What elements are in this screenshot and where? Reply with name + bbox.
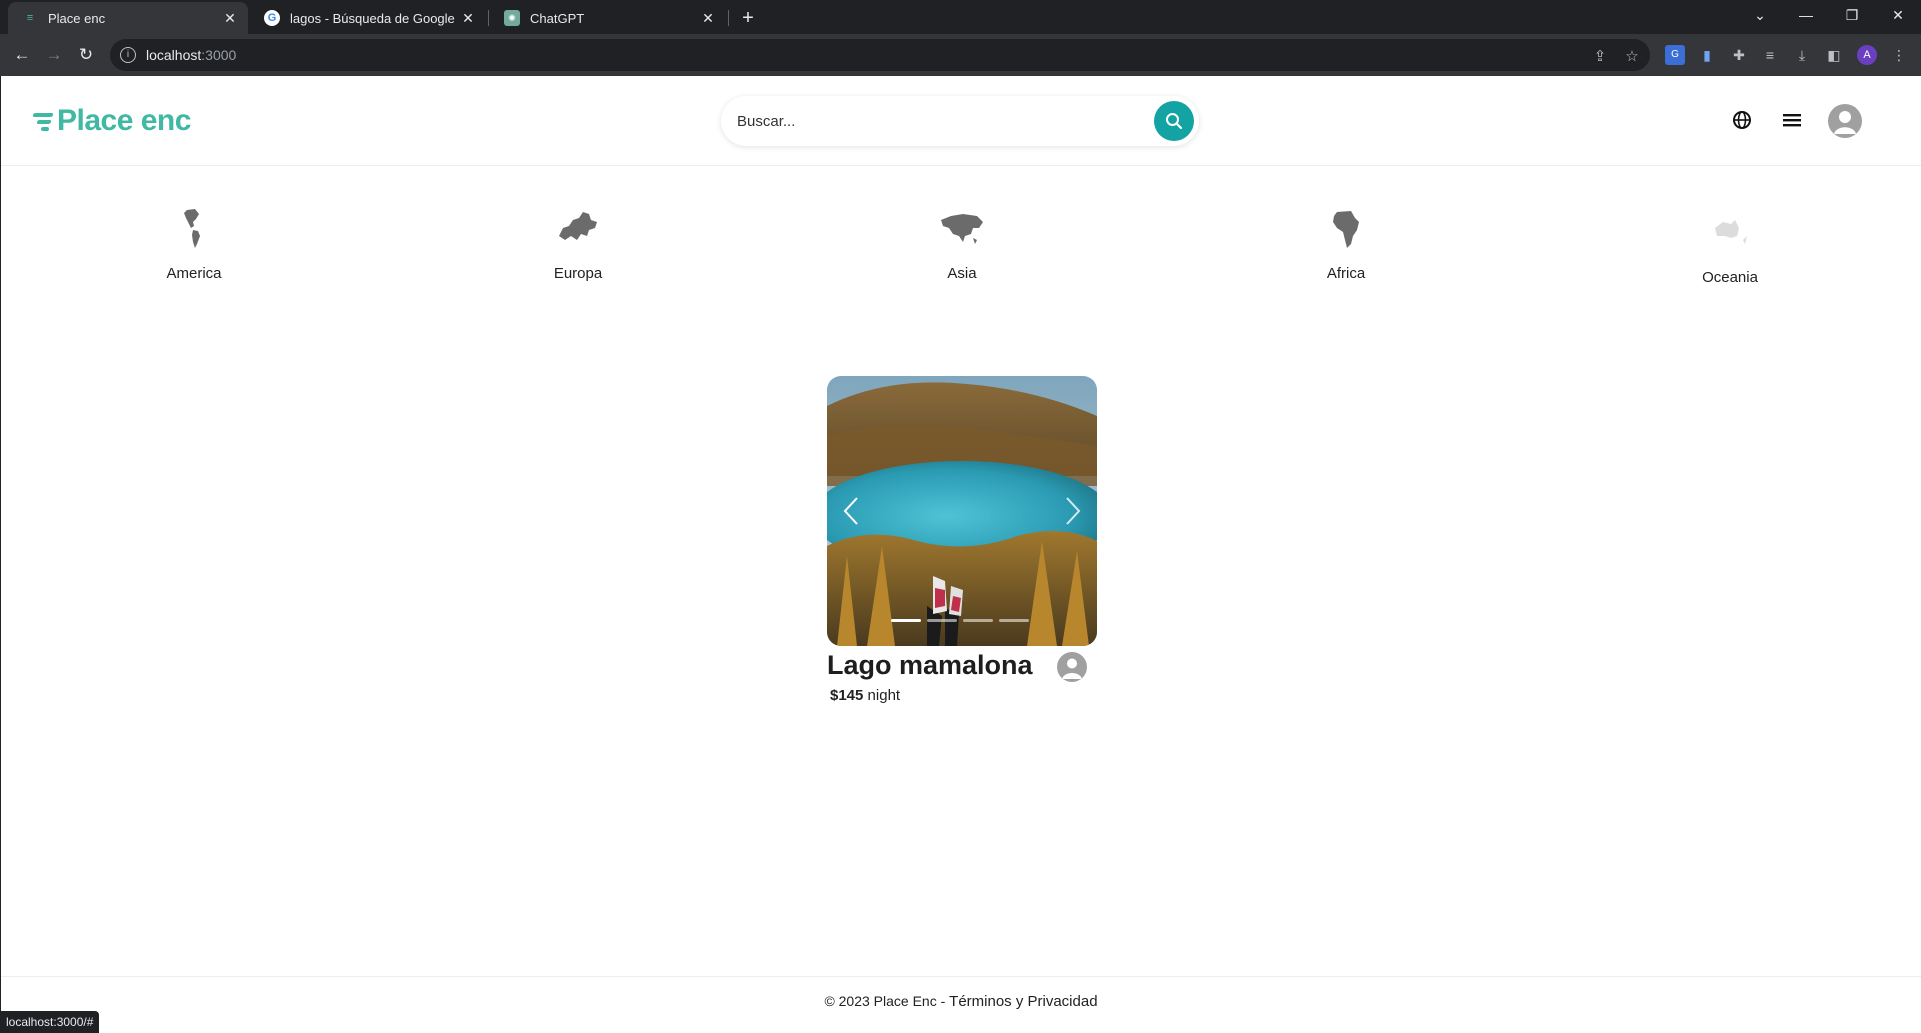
listing-image-carousel[interactable] xyxy=(827,376,1097,646)
translate-extension-icon[interactable]: G xyxy=(1665,45,1685,65)
region-europa[interactable]: Europa xyxy=(488,206,668,282)
back-icon[interactable]: ← xyxy=(9,42,35,68)
browser-toolbar: ← → ↻ i localhost:3000 ⇪ ☆ G ▮ ✚ ≡ ⤓ ◧ A… xyxy=(0,34,1921,76)
tab-google[interactable]: G lagos - Búsqueda de Google ✕ xyxy=(250,2,486,34)
share-icon[interactable]: ⇪ xyxy=(1590,47,1610,65)
new-tab-button[interactable]: + xyxy=(736,6,760,30)
americas-map-icon xyxy=(184,209,200,248)
close-window-button[interactable]: ✕ xyxy=(1875,0,1921,30)
region-label: Asia xyxy=(947,265,977,282)
user-avatar[interactable] xyxy=(1828,104,1862,138)
tab-title: ChatGPT xyxy=(530,10,585,26)
region-filter-bar: America Europa Asia Africa Oceania xyxy=(1,206,1921,306)
site-info-icon[interactable]: i xyxy=(120,47,136,63)
tab-place-enc[interactable]: ≡ Place enc ✕ xyxy=(8,2,248,34)
forward-icon[interactable]: → xyxy=(41,42,67,68)
search-input[interactable] xyxy=(737,112,1154,130)
status-bar-url: localhost:3000/# xyxy=(0,1011,100,1033)
host-avatar[interactable] xyxy=(1057,652,1087,682)
region-label: Europa xyxy=(553,265,603,282)
tab-chatgpt[interactable]: ✺ ChatGPT ✕ xyxy=(490,2,726,34)
search-bar xyxy=(721,96,1199,146)
close-icon[interactable]: ✕ xyxy=(460,10,476,27)
document-extension-icon[interactable]: ▮ xyxy=(1697,45,1717,65)
africa-map-icon xyxy=(1333,211,1359,248)
carousel-dot[interactable] xyxy=(891,619,921,622)
tab-strip: ≡ Place enc ✕ G lagos - Búsqueda de Goog… xyxy=(0,0,1921,34)
europe-map-icon xyxy=(559,212,597,240)
hamburger-menu-icon[interactable] xyxy=(1778,106,1806,134)
region-america[interactable]: America xyxy=(104,206,284,282)
reading-list-icon[interactable]: ≡ xyxy=(1760,45,1780,65)
user-icon xyxy=(1834,111,1856,134)
carousel-prev-icon[interactable] xyxy=(839,494,863,528)
google-icon: G xyxy=(264,10,280,26)
profile-avatar[interactable]: A xyxy=(1857,45,1877,65)
asia-map-icon xyxy=(941,214,983,244)
region-label: America xyxy=(166,265,222,282)
region-africa[interactable]: Africa xyxy=(1256,206,1436,282)
restore-button[interactable]: ❐ xyxy=(1829,0,1875,30)
globe-icon[interactable] xyxy=(1728,106,1756,134)
carousel-dot[interactable] xyxy=(927,619,957,622)
site-logo[interactable]: Place enc xyxy=(32,104,191,138)
logo-text: Place enc xyxy=(57,104,191,137)
oceania-map-icon xyxy=(1715,220,1747,244)
region-label: Africa xyxy=(1326,265,1366,282)
lake-photo xyxy=(827,376,1097,646)
listing-price: $145 night xyxy=(827,687,1097,704)
region-asia[interactable]: Asia xyxy=(872,206,1052,282)
carousel-next-icon[interactable] xyxy=(1061,494,1085,528)
tab-title: lagos - Búsqueda de Google xyxy=(290,10,455,26)
place-enc-icon: ≡ xyxy=(26,12,34,24)
user-icon xyxy=(1062,658,1082,679)
search-icon xyxy=(1166,113,1183,130)
bookmark-star-icon[interactable]: ☆ xyxy=(1622,47,1642,65)
download-icon[interactable]: ⤓ xyxy=(1792,45,1812,65)
tab-separator xyxy=(728,10,729,26)
price-unit: night xyxy=(867,687,901,704)
tab-separator xyxy=(488,10,489,26)
tab-title: Place enc xyxy=(48,10,106,26)
side-panel-icon[interactable]: ◧ xyxy=(1824,45,1844,65)
url-host: localhost xyxy=(146,47,202,63)
terms-privacy-link[interactable]: Términos y Privacidad xyxy=(949,993,1097,1010)
region-label: Oceania xyxy=(1702,269,1758,286)
extensions-puzzle-icon[interactable]: ✚ xyxy=(1729,45,1749,65)
browser-chrome: ≡ Place enc ✕ G lagos - Búsqueda de Goog… xyxy=(0,0,1921,76)
close-icon[interactable]: ✕ xyxy=(222,10,238,27)
carousel-dot[interactable] xyxy=(999,619,1029,622)
page-content: Place enc America Europa Asia Afri xyxy=(0,76,1921,1033)
minimize-button[interactable]: — xyxy=(1783,0,1829,30)
logo-mark-icon xyxy=(32,111,55,131)
close-icon[interactable]: ✕ xyxy=(700,10,716,27)
site-footer: © 2023 Place Enc - Términos y Privacidad xyxy=(1,976,1921,1033)
listing-card[interactable]: Lago mamalona $145 night xyxy=(827,376,1097,704)
carousel-dot[interactable] xyxy=(963,619,993,622)
chatgpt-icon: ✺ xyxy=(504,10,520,26)
reload-icon[interactable]: ↻ xyxy=(73,42,99,68)
tab-search-icon[interactable]: ⌄ xyxy=(1737,0,1783,30)
region-oceania[interactable]: Oceania xyxy=(1640,210,1820,286)
carousel-indicators xyxy=(891,619,1029,622)
address-bar[interactable]: i localhost:3000 ⇪ ☆ xyxy=(110,39,1650,71)
menu-kebab-icon[interactable]: ⋮ xyxy=(1889,45,1909,65)
site-header: Place enc xyxy=(1,76,1921,166)
copyright-text: © 2023 Place Enc - xyxy=(824,993,950,1009)
price-value: $145 xyxy=(830,687,864,704)
url-port: :3000 xyxy=(201,47,237,63)
search-button[interactable] xyxy=(1154,101,1194,141)
